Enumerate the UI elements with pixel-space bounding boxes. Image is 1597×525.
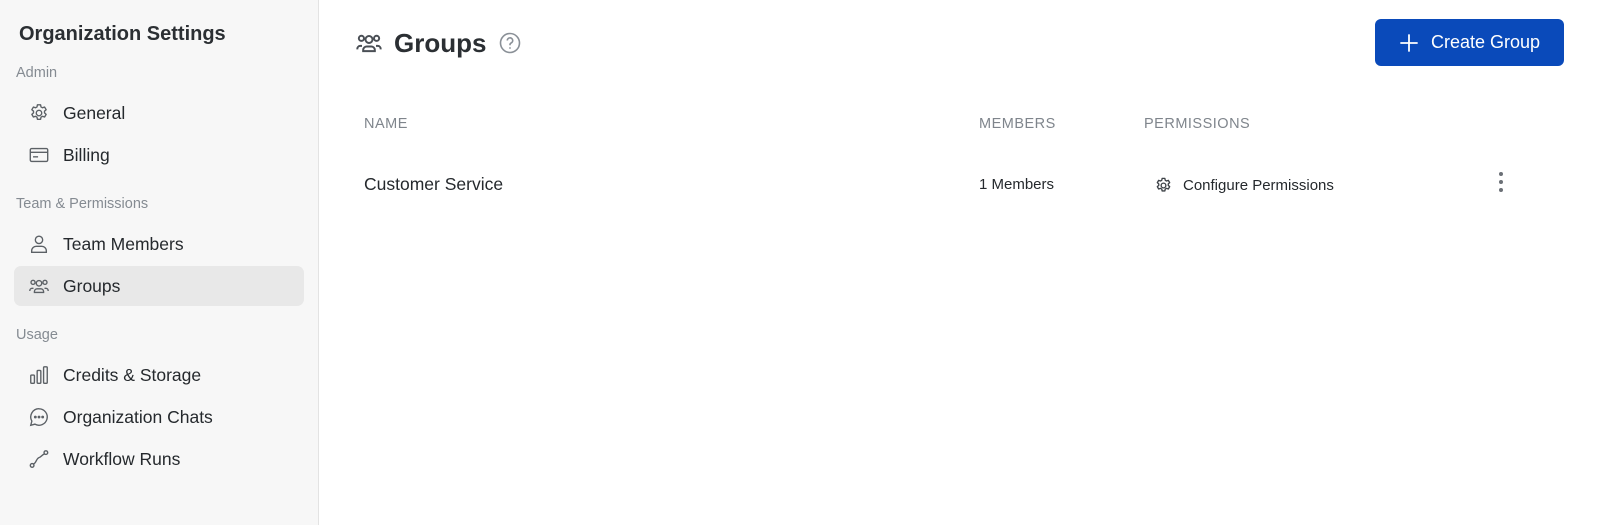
sidebar-item-label: Organization Chats	[63, 406, 213, 427]
user-icon	[27, 232, 51, 256]
group-name-cell: Customer Service	[364, 174, 504, 194]
group-members-cell: 1 Members	[979, 176, 1055, 193]
configure-permissions-label: Configure Permissions	[1183, 176, 1334, 194]
sidebar-item-general[interactable]: General	[14, 93, 304, 133]
sidebar-item-label: Billing	[63, 144, 110, 165]
bar-chart-icon	[27, 363, 51, 387]
section-label-admin: Admin	[16, 65, 58, 81]
sidebar-item-organization-chats[interactable]: Organization Chats	[14, 397, 304, 437]
sidebar-item-workflow-runs[interactable]: Workflow Runs	[14, 439, 304, 479]
page-title: Groups	[394, 27, 487, 58]
question-circle-icon[interactable]	[498, 31, 522, 55]
sidebar-title: Organization Settings	[19, 23, 226, 45]
sidebar: Organization Settings Admin General Bill…	[0, 0, 319, 525]
chat-bubble-icon	[27, 405, 51, 429]
section-label-team-permissions: Team & Permissions	[16, 196, 149, 212]
plus-icon	[1399, 33, 1419, 53]
sidebar-item-label: Credits & Storage	[63, 364, 202, 385]
sidebar-item-label: Workflow Runs	[63, 448, 181, 469]
users-group-icon	[27, 274, 51, 298]
sidebar-item-label: Groups	[63, 275, 121, 296]
table-row[interactable]: Customer Service 1 Members Configure Per…	[364, 170, 1597, 202]
column-header-name: NAME	[364, 116, 408, 132]
column-header-members: MEMBERS	[979, 116, 1056, 132]
app-root: Organization Settings Admin General Bill…	[0, 0, 1597, 525]
sidebar-item-billing[interactable]: Billing	[14, 135, 304, 175]
page-header: Groups	[355, 24, 522, 62]
sidebar-item-groups[interactable]: Groups	[14, 266, 304, 306]
more-options-icon[interactable]	[1489, 170, 1513, 194]
credit-card-icon	[27, 143, 51, 167]
configure-permissions-button[interactable]: Configure Permissions	[1154, 173, 1334, 197]
column-header-permissions: PERMISSIONS	[1144, 116, 1251, 132]
section-label-usage: Usage	[16, 327, 58, 343]
sidebar-item-label: Team Members	[63, 233, 184, 254]
gear-icon	[1154, 176, 1173, 195]
workflow-icon	[27, 447, 51, 471]
gear-icon	[27, 101, 51, 125]
main-content: Groups Create Group NAME MEMBERS PERMISS…	[319, 0, 1597, 525]
sidebar-item-label: General	[63, 102, 126, 123]
create-group-button-label: Create Group	[1430, 32, 1541, 52]
sidebar-item-credits-storage[interactable]: Credits & Storage	[14, 355, 304, 395]
sidebar-item-team-members[interactable]: Team Members	[14, 224, 304, 264]
create-group-button[interactable]: Create Group	[1375, 19, 1564, 66]
users-group-icon	[355, 29, 383, 57]
table-header: NAME MEMBERS PERMISSIONS	[364, 116, 1597, 136]
